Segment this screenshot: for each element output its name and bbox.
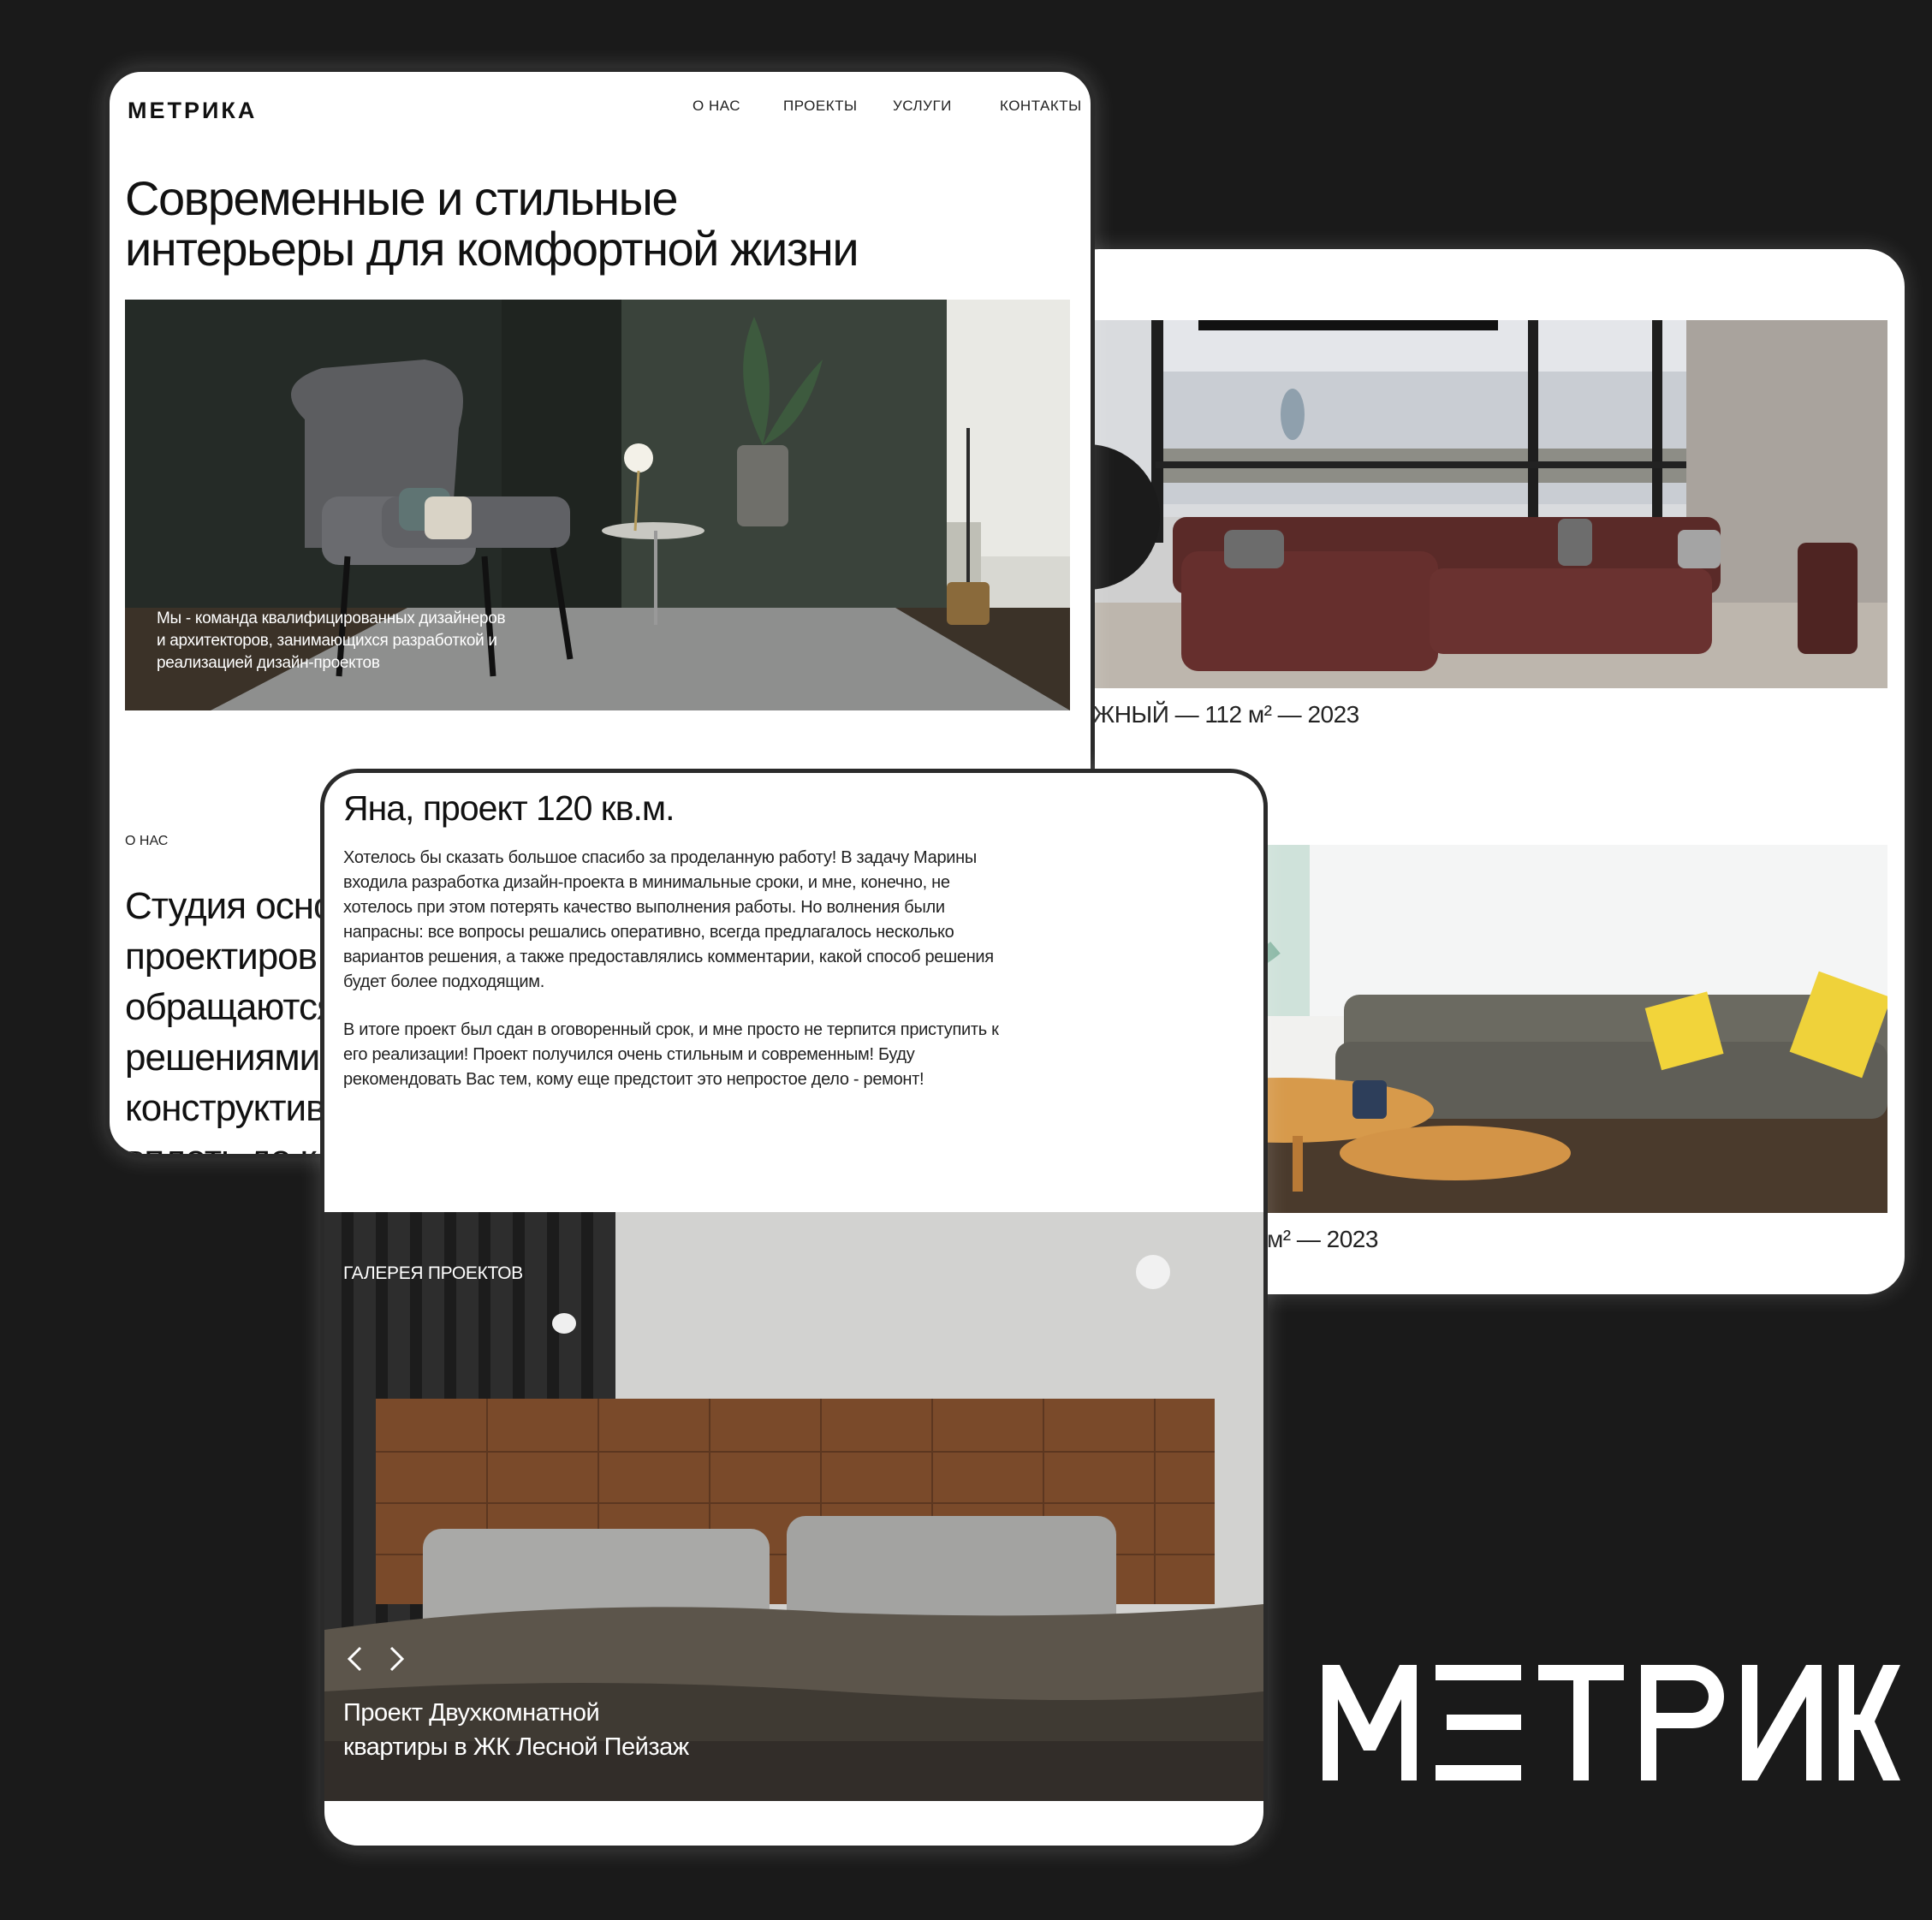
hero-title-line-2: интерьеры для комфортной жизни <box>125 222 859 276</box>
gallery-caption-line-1: Проект Двухкомнатной <box>343 1699 600 1727</box>
project-gallery: ГАЛЕРЕЯ ПРОЕКТОВ Проект Двухкомнатной кв… <box>324 1212 1263 1801</box>
review-line: входила разработка дизайн-проекта в мини… <box>343 873 950 892</box>
project-caption-1[interactable]: РЕЖНЫЙ — 112 м² — 2023 <box>1061 701 1359 728</box>
chevron-left-icon[interactable] <box>342 1644 371 1673</box>
sofa-photo <box>1061 320 1887 688</box>
review-line: напрасны: все вопросы решались оперативн… <box>343 923 954 942</box>
project-caption-2[interactable]: м² — 2023 <box>1267 1226 1378 1253</box>
gallery-project-caption[interactable]: Проект Двухкомнатной квартиры в ЖК Лесно… <box>343 1696 771 1764</box>
review-line: вариантов решения, а также предоставляли… <box>343 948 994 966</box>
chevron-right-icon[interactable] <box>381 1644 410 1673</box>
about-section-label: О НАС <box>125 834 169 848</box>
project-image-living-room-sofa[interactable] <box>1061 320 1887 688</box>
review-line: будет более подходящим. <box>343 972 544 991</box>
hero-image: Мы - команда квалифицированных дизайнеро… <box>125 300 1070 710</box>
gallery-caption-line-2: квартиры в ЖК Лесной Пейзаж <box>343 1733 689 1761</box>
nav-item-projects[interactable]: ПРОЕКТЫ <box>783 98 858 115</box>
review-line: хотелось при этом потерять качество выпо… <box>343 898 945 917</box>
nav-item-contacts[interactable]: КОНТАКТЫ <box>1000 98 1082 115</box>
nav-item-about[interactable]: О НАС <box>693 98 740 115</box>
hero-caption-line-2: и архитекторов, занимающихся разработкой… <box>157 632 497 650</box>
brand-logo <box>1323 1665 1900 1780</box>
hero-caption: Мы - команда квалифицированных дизайнеро… <box>157 608 533 675</box>
review-paragraph-2: В итоге проект был сдан в оговоренный ср… <box>343 1018 1045 1092</box>
review-gallery-panel: Яна, проект 120 кв.м. Хотелось бы сказат… <box>320 769 1268 1850</box>
gallery-section-label: ГАЛЕРЕЯ ПРОЕКТОВ <box>343 1263 523 1283</box>
review-line: рекомендовать Вас тем, кому еще предстои… <box>343 1070 924 1089</box>
header-logo[interactable]: МЕТРИКА <box>128 98 257 124</box>
hero-caption-line-3: реализацией дизайн-проектов <box>157 654 380 672</box>
review-paragraph-1: Хотелось бы сказать большое спасибо за п… <box>343 846 1045 995</box>
review-title: Яна, проект 120 кв.м. <box>343 788 675 828</box>
hero-title: Современные и стильные интерьеры для ком… <box>125 173 981 274</box>
review-line: В итоге проект был сдан в оговоренный ср… <box>343 1020 999 1039</box>
review-line: Хотелось бы сказать большое спасибо за п… <box>343 848 977 867</box>
brand-logo-mark <box>1323 1665 1900 1780</box>
hero-title-line-1: Современные и стильные <box>125 171 679 225</box>
nav-item-services[interactable]: УСЛУГИ <box>893 98 952 115</box>
hero-caption-line-1: Мы - команда квалифицированных дизайнеро… <box>157 609 506 627</box>
review-line: его реализации! Проект получился очень с… <box>343 1045 915 1064</box>
